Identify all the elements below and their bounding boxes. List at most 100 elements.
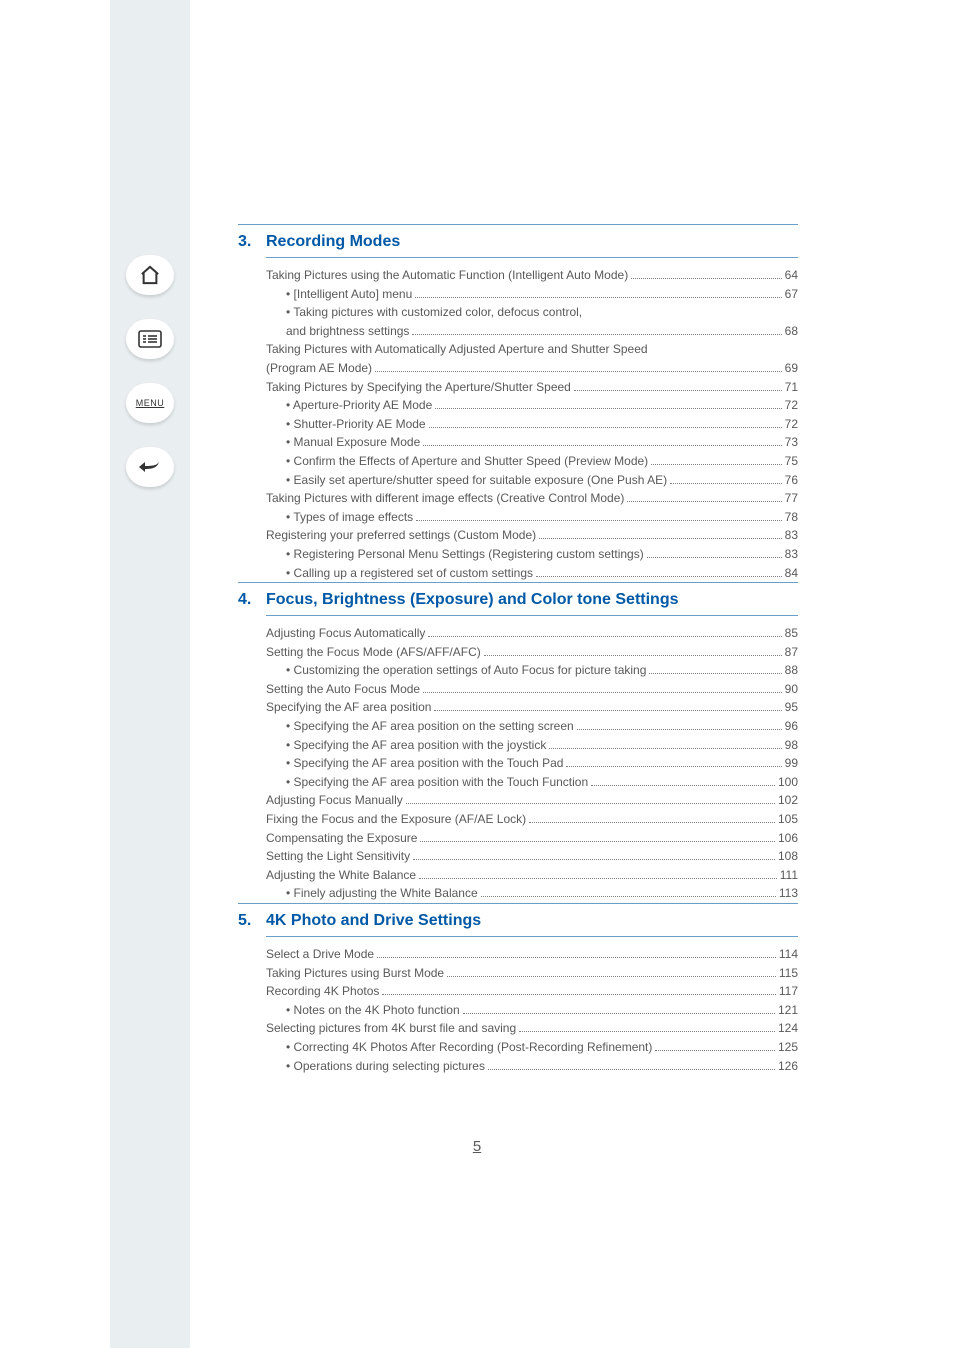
toc-entry[interactable]: • [Intelligent Auto] menu67: [266, 285, 798, 304]
toc-entry[interactable]: Recording 4K Photos117: [266, 982, 798, 1001]
toc-leader-dots: [406, 803, 775, 804]
section-header[interactable]: 4.Focus, Brightness (Exposure) and Color…: [238, 591, 798, 609]
section-number: 4.: [238, 591, 266, 609]
section-header[interactable]: 3.Recording Modes: [238, 233, 798, 251]
toc-entry[interactable]: Taking Pictures using the Automatic Func…: [266, 266, 798, 285]
toc-entry[interactable]: Adjusting Focus Automatically85: [266, 624, 798, 643]
toc-entry[interactable]: Select a Drive Mode114: [266, 945, 798, 964]
toc-leader-dots: [428, 636, 781, 637]
toc-entry[interactable]: • Customizing the operation settings of …: [266, 661, 798, 680]
toc-entry[interactable]: Adjusting Focus Manually102: [266, 791, 798, 810]
toc-entry-label: Setting the Light Sensitivity: [266, 847, 410, 866]
section-header[interactable]: 5.4K Photo and Drive Settings: [238, 912, 798, 930]
toc-entry-page: 78: [785, 508, 798, 527]
toc-leader-dots: [539, 538, 782, 539]
toc-leader-dots: [447, 976, 776, 977]
back-icon: [138, 458, 162, 476]
toc-entry-page: 111: [780, 866, 798, 885]
section-title: 4K Photo and Drive Settings: [266, 912, 798, 930]
toc-entry[interactable]: • Confirm the Effects of Aperture and Sh…: [266, 452, 798, 471]
toc-entry[interactable]: • Aperture-Priority AE Mode72: [266, 396, 798, 415]
toc-entry[interactable]: Compensating the Exposure106: [266, 829, 798, 848]
toc-leader-dots: [631, 278, 781, 279]
toc-entry-page: 87: [785, 643, 798, 662]
toc-entry[interactable]: Taking Pictures using Burst Mode115: [266, 964, 798, 983]
toc-leader-dots: [566, 766, 781, 767]
toc-entry[interactable]: Registering your preferred settings (Cus…: [266, 526, 798, 545]
toc-entry-label: Adjusting Focus Automatically: [266, 624, 425, 643]
toc-leader-dots: [423, 692, 782, 693]
toc-entry[interactable]: Setting the Auto Focus Mode90: [266, 680, 798, 699]
toc-content: 3.Recording Modes Taking Pictures using t…: [238, 224, 798, 1075]
toc-entry-page: 69: [785, 359, 798, 378]
section-divider-bottom: [266, 936, 798, 937]
toc-entry-page: 115: [779, 964, 798, 983]
nav-home[interactable]: [126, 255, 174, 295]
toc-entry[interactable]: • Types of image effects 78: [266, 508, 798, 527]
toc-leader-dots: [670, 483, 782, 484]
toc-leader-dots: [429, 427, 782, 428]
toc-entry[interactable]: and brightness settings 68: [266, 322, 798, 341]
toc-entry[interactable]: • Finely adjusting the White Balance113: [266, 884, 798, 903]
toc-entry[interactable]: • Operations during selecting pictures12…: [266, 1057, 798, 1076]
toc-leader-dots: [415, 297, 781, 298]
nav-contents[interactable]: [126, 319, 174, 359]
toc-entry[interactable]: Specifying the AF area position95: [266, 698, 798, 717]
toc-entry-label: • Types of image effects: [286, 508, 413, 527]
toc-entry[interactable]: • Easily set aperture/shutter speed for …: [266, 471, 798, 490]
toc-leader-dots: [420, 841, 775, 842]
toc-entry-page: 105: [778, 810, 798, 829]
toc-entry-label: Taking Pictures using the Automatic Func…: [266, 266, 628, 285]
toc-entry-continuation[interactable]: Taking Pictures with Automatically Adjus…: [266, 340, 798, 359]
toc-entry-label: Taking Pictures by Specifying the Apertu…: [266, 378, 571, 397]
toc-entry[interactable]: • Specifying the AF area position with t…: [266, 754, 798, 773]
toc-leader-dots: [435, 408, 781, 409]
toc-entry[interactable]: Adjusting the White Balance111: [266, 866, 798, 885]
toc-entry[interactable]: • Registering Personal Menu Settings (Re…: [266, 545, 798, 564]
nav-menu[interactable]: MENU: [126, 383, 174, 423]
toc-entry[interactable]: • Correcting 4K Photos After Recording (…: [266, 1038, 798, 1057]
toc-leader-dots: [423, 445, 781, 446]
section-number: 3.: [238, 233, 266, 251]
toc-entry[interactable]: • Specifying the AF area position with t…: [266, 773, 798, 792]
toc-entry-page: 121: [778, 1001, 798, 1020]
toc-entry[interactable]: Setting the Light Sensitivity108: [266, 847, 798, 866]
toc-entry-page: 96: [785, 717, 798, 736]
toc-entry-label: and brightness settings: [286, 322, 409, 341]
toc-entry-label: • Specifying the AF area position with t…: [286, 754, 563, 773]
toc-entry-page: 68: [785, 322, 798, 341]
section-divider-bottom: [266, 615, 798, 616]
toc-entry[interactable]: • Manual Exposure Mode73: [266, 433, 798, 452]
toc-entry-label: • Shutter-Priority AE Mode: [286, 415, 426, 434]
toc-leader-dots: [655, 1050, 775, 1051]
toc-entry[interactable]: Selecting pictures from 4K burst file an…: [266, 1019, 798, 1038]
toc-entry[interactable]: • Calling up a registered set of custom …: [266, 564, 798, 583]
toc-entry-label: Compensating the Exposure: [266, 829, 417, 848]
toc-entry[interactable]: Setting the Focus Mode (AFS/AFF/AFC)87: [266, 643, 798, 662]
page-number[interactable]: 5: [0, 1138, 954, 1155]
toc-entry-label: • Correcting 4K Photos After Recording (…: [286, 1038, 652, 1057]
toc-entry-label: Specifying the AF area position: [266, 698, 431, 717]
toc-leader-dots: [375, 371, 782, 372]
toc-entry-page: 99: [785, 754, 798, 773]
toc-list: Taking Pictures using the Automatic Func…: [266, 266, 798, 582]
toc-entry-page: 71: [785, 378, 798, 397]
toc-entry[interactable]: (Program AE Mode)69: [266, 359, 798, 378]
section-divider-top: [238, 224, 798, 225]
toc-entry[interactable]: • Specifying the AF area position on the…: [266, 717, 798, 736]
toc-entry-continuation[interactable]: • Taking pictures with customized color,…: [266, 303, 798, 322]
toc-entry-page: 67: [785, 285, 798, 304]
toc-entry-label: • Manual Exposure Mode: [286, 433, 420, 452]
toc-entry[interactable]: • Shutter-Priority AE Mode72: [266, 415, 798, 434]
toc-leader-dots: [463, 1013, 775, 1014]
toc-entry[interactable]: • Specifying the AF area position with t…: [266, 736, 798, 755]
toc-entry[interactable]: Taking Pictures with different image eff…: [266, 489, 798, 508]
toc-entry-page: 84: [785, 564, 798, 583]
toc-leader-dots: [377, 957, 776, 958]
toc-entry[interactable]: Fixing the Focus and the Exposure (AF/AE…: [266, 810, 798, 829]
toc-entry-page: 76: [785, 471, 798, 490]
contents-icon: [138, 330, 162, 348]
toc-entry[interactable]: Taking Pictures by Specifying the Apertu…: [266, 378, 798, 397]
toc-entry[interactable]: • Notes on the 4K Photo function121: [266, 1001, 798, 1020]
nav-back[interactable]: [126, 447, 174, 487]
